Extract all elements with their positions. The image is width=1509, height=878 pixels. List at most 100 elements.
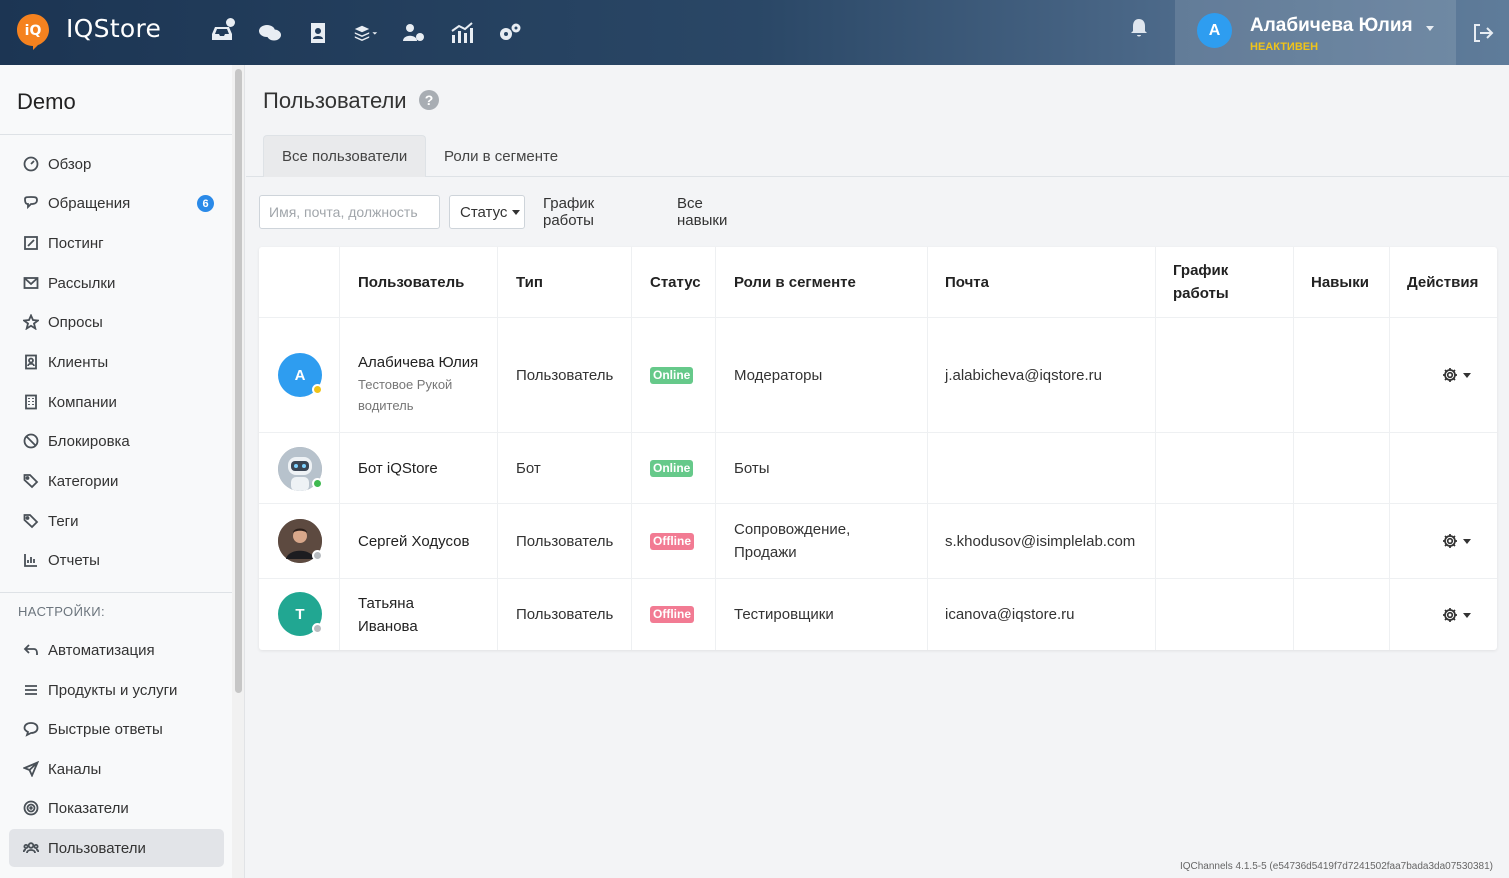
column-divider [497, 247, 498, 650]
user-menu[interactable]: A Алабичева Юлия НЕАКТИВЕН [1175, 0, 1456, 65]
search-input[interactable] [259, 195, 440, 229]
bell-icon[interactable] [1130, 18, 1154, 42]
scrollbar-thumb[interactable] [235, 69, 242, 693]
sidebar-item-clients[interactable]: Клиенты [9, 343, 224, 381]
tab-segment-roles[interactable]: Роли в сегменте [426, 135, 576, 177]
sidebar-item-companies[interactable]: Компании [9, 383, 224, 421]
user-roles: Модераторы [734, 366, 823, 384]
sidebar-item-label: Постинг [48, 234, 104, 252]
column-header-roles[interactable]: Роли в сегменте [734, 247, 856, 317]
sidebar-item-automation[interactable]: Автоматизация [9, 631, 224, 669]
status-filter-dropdown[interactable]: Статус [449, 195, 525, 229]
top-nav [198, 18, 534, 48]
users-table: Пользователь Тип Статус Роли в сегменте … [259, 247, 1497, 650]
sidebar-item-blocking[interactable]: Блокировка [9, 422, 224, 460]
target-icon [22, 800, 39, 817]
layers-icon[interactable] [342, 18, 390, 48]
users-icon [22, 840, 39, 857]
column-header-skills[interactable]: Навыки [1311, 247, 1369, 317]
actions-gear-button[interactable] [1442, 607, 1471, 623]
logo-icon[interactable]: iQ [16, 13, 50, 51]
status-badge-label: Online [650, 459, 694, 477]
user-type: Пользователь [516, 606, 614, 623]
contacts-icon[interactable] [294, 18, 342, 48]
sidebar-item-products[interactable]: Продукты и услуги [9, 671, 224, 709]
analytics-icon[interactable] [438, 18, 486, 48]
actions-gear-button[interactable] [1442, 367, 1471, 383]
sidebar-item-posting[interactable]: Постинг [9, 224, 224, 262]
status-filter-label: Статус [460, 203, 508, 221]
column-header-email[interactable]: Почта [945, 247, 989, 317]
gear-icon [1443, 608, 1457, 622]
sidebar-item-categories[interactable]: Категории [9, 462, 224, 500]
column-header-type[interactable]: Тип [516, 247, 543, 317]
user-name-cell: Сергей Ходусов [358, 504, 483, 578]
bar-chart-icon [22, 552, 39, 569]
sidebar-item-overview[interactable]: Обзор [9, 145, 224, 183]
user-name-cell: Бот iQStore [358, 433, 483, 503]
send-icon [22, 761, 39, 778]
gear-icon [1443, 534, 1457, 548]
sidebar: Demo Обзор Обращения 6 Постинг Рассылки … [0, 65, 232, 878]
inbox-icon[interactable] [198, 18, 246, 48]
tabs: Все пользователи Роли в сегменте [246, 135, 1509, 177]
column-divider [1155, 247, 1156, 650]
sidebar-item-label: Опросы [48, 313, 103, 331]
presence-indicator [312, 550, 323, 561]
skills-filter[interactable]: Все навыки [677, 195, 727, 229]
user-name-cell: Татьяна Иванова [358, 579, 468, 650]
avatar [278, 519, 323, 563]
sidebar-item-label: Блокировка [48, 432, 130, 450]
column-header-status[interactable]: Статус [650, 247, 701, 317]
actions-gear-button[interactable] [1442, 533, 1471, 549]
sidebar-item-label: Компании [48, 393, 117, 411]
sidebar-item-channels[interactable]: Каналы [9, 750, 224, 788]
logout-icon[interactable] [1457, 0, 1509, 65]
status-badge-label: Offline [650, 532, 694, 550]
help-icon[interactable]: ? [419, 90, 439, 110]
user-name: Алабичева Юлия [1250, 15, 1413, 36]
caret-down-icon [1463, 538, 1471, 544]
contact-book-icon [22, 354, 39, 371]
top-bar: iQ IQStore A Алабичева Юлия НЕАКТИВЕН [0, 0, 1509, 65]
user-name[interactable]: Бот iQStore [358, 457, 438, 480]
presence-indicator [312, 384, 323, 395]
settings-icon[interactable] [486, 18, 534, 48]
sidebar-item-label: Теги [48, 512, 79, 530]
users-gear-icon[interactable] [390, 18, 438, 48]
sidebar-item-label: Показатели [48, 799, 129, 817]
sidebar-item-requests[interactable]: Обращения 6 [9, 184, 224, 222]
chevron-down-icon [1426, 26, 1434, 31]
row-divider [259, 317, 1497, 318]
chats-icon[interactable] [246, 18, 294, 48]
sidebar-item-reports[interactable]: Отчеты [9, 541, 224, 579]
app-name[interactable]: IQStore [66, 14, 161, 43]
sidebar-item-label: Отчеты [48, 551, 100, 569]
sidebar-item-surveys[interactable]: Опросы [9, 303, 224, 341]
user-name[interactable]: Татьяна Иванова [358, 592, 468, 638]
sidebar-item-tags[interactable]: Теги [9, 502, 224, 540]
sidebar-item-label: Категории [48, 472, 119, 490]
column-divider [1293, 247, 1294, 650]
user-position: Тестовое Рукой водитель [358, 376, 453, 413]
schedule-filter[interactable]: График работы [543, 195, 594, 229]
automation-icon [22, 642, 39, 659]
caret-down-icon [512, 209, 521, 215]
user-name[interactable]: Алабичева Юлия [358, 351, 478, 374]
segment-title[interactable]: Demo [17, 89, 76, 115]
sidebar-scrollbar[interactable] [232, 65, 245, 878]
sidebar-item-metrics[interactable]: Показатели [9, 789, 224, 827]
sidebar-item-mailings[interactable]: Рассылки [9, 264, 224, 302]
status-badge: Online [650, 353, 694, 397]
tab-all-users[interactable]: Все пользователи [263, 135, 427, 177]
sidebar-item-quick-replies[interactable]: Быстрые ответы [9, 710, 224, 748]
quick-reply-icon [22, 721, 39, 738]
sidebar-item-label: Продукты и услуги [48, 681, 178, 699]
user-name[interactable]: Сергей Ходусов [358, 530, 469, 553]
list-icon [22, 682, 39, 699]
status-badge: Online [650, 433, 694, 503]
column-header-user[interactable]: Пользователь [358, 247, 464, 317]
divider [0, 592, 232, 593]
sidebar-item-users[interactable]: Пользователи [9, 829, 224, 867]
column-header-schedule[interactable]: График работы [1173, 247, 1253, 317]
